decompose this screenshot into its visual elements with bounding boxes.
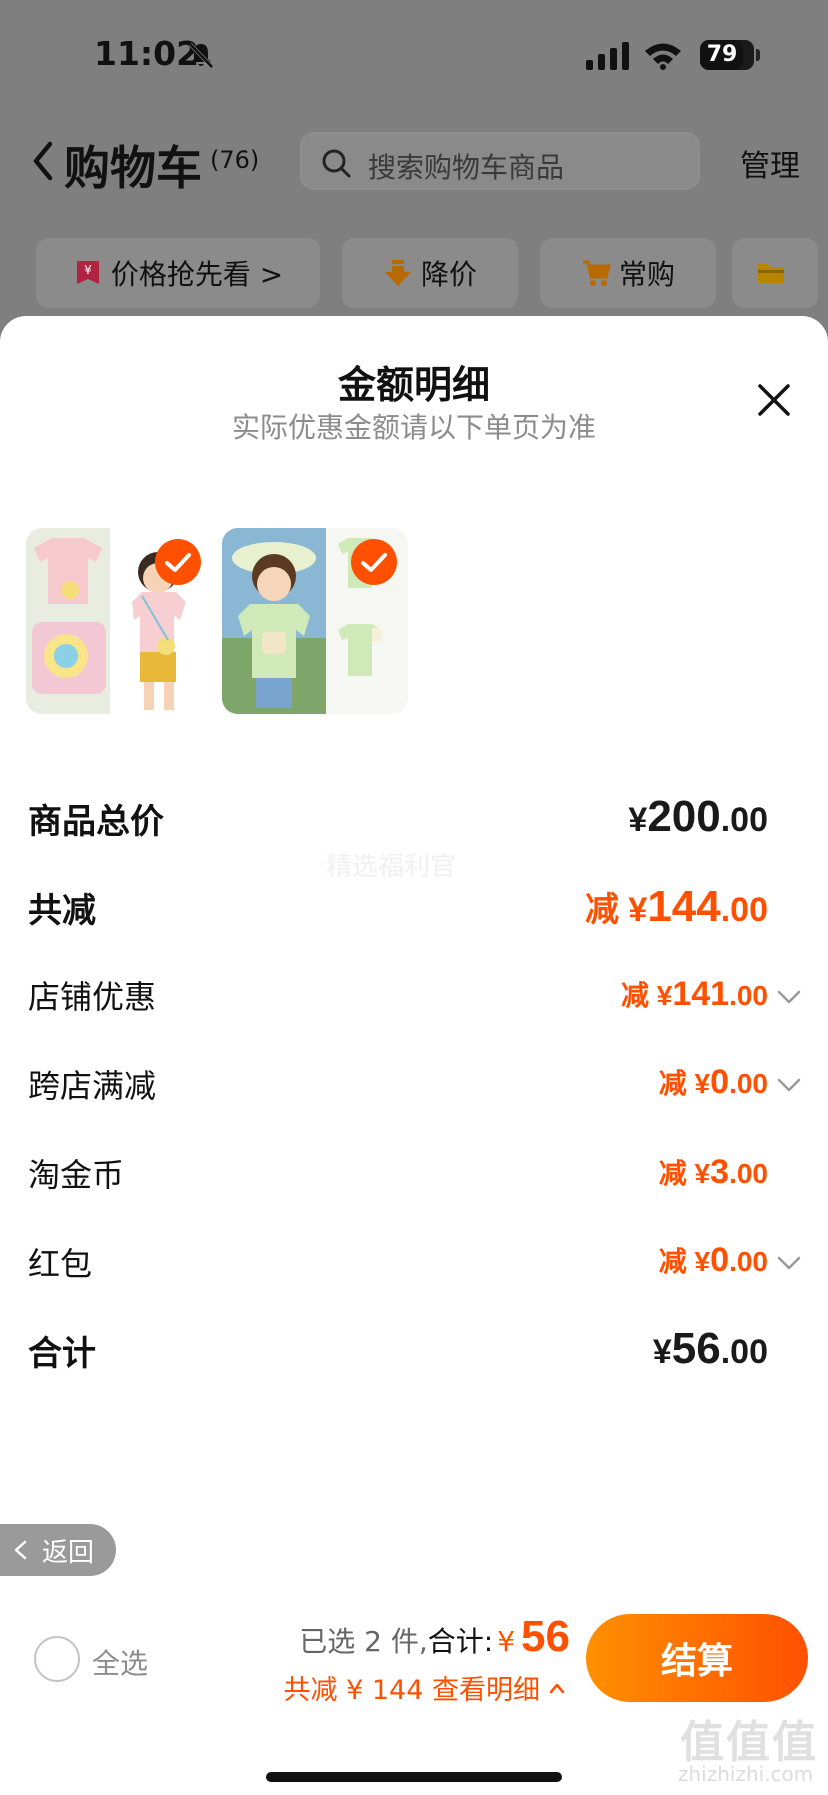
- cellular-signal-icon: [586, 42, 629, 70]
- product-thumbnail[interactable]: [222, 528, 408, 714]
- checkout-summary: 已选 2 件, 合计: ¥ 56: [299, 1612, 570, 1662]
- filter-price-drop[interactable]: 降价: [342, 238, 518, 308]
- cross-store-value[interactable]: 减 ¥0.00: [659, 1062, 768, 1102]
- cart-count: (76): [210, 146, 260, 174]
- search-input[interactable]: 搜索购物车商品: [300, 132, 700, 190]
- back-button[interactable]: 返回: [0, 1524, 116, 1576]
- home-indicator: [266, 1772, 562, 1782]
- checkout-button[interactable]: 结算: [586, 1614, 808, 1702]
- cross-store-label: 跨店满减: [28, 1067, 157, 1105]
- taojin-coins-label: 淘金币: [28, 1156, 125, 1194]
- folder-icon: [758, 264, 784, 283]
- cart-icon: [582, 260, 611, 286]
- battery-percent: 79: [706, 42, 738, 67]
- filter-frequent[interactable]: 常购: [540, 238, 716, 308]
- red-packet-label: 红包: [28, 1245, 93, 1283]
- total-amount: 56: [521, 1612, 570, 1661]
- checkbox-checked-icon[interactable]: [154, 538, 202, 586]
- amount-detail-sheet: 金额明细 实际优惠金额请以下单页为准 精选福利官 商品总价 ¥200.00 共减…: [0, 316, 828, 1795]
- checkbox-checked-icon[interactable]: [350, 538, 398, 586]
- site-watermark-logo: 值值值: [680, 1717, 818, 1768]
- grand-total-label: 合计: [28, 1334, 96, 1374]
- total-price-value: ¥200.00: [628, 792, 768, 841]
- yen-tag-icon: ¥: [76, 261, 99, 284]
- filter-price-preview[interactable]: ¥ 价格抢先看 >: [36, 238, 320, 308]
- bell-muted-icon: [188, 42, 214, 69]
- view-details-link[interactable]: 共减 ¥ 144 查看明细: [284, 1668, 566, 1707]
- sheet-title: 金额明细: [337, 363, 490, 407]
- chevron-up-icon: [549, 1683, 565, 1693]
- discount-summary: 共减 ¥ 144 查看明细: [283, 1675, 540, 1706]
- chevron-down-icon[interactable]: [776, 1254, 802, 1272]
- back-button-label: 返回: [42, 1537, 95, 1568]
- select-all-checkbox[interactable]: [34, 1636, 80, 1682]
- filter-folder[interactable]: [732, 238, 818, 308]
- manage-button[interactable]: 管理: [740, 141, 800, 185]
- sheet-subtitle: 实际优惠金额请以下单页为准: [231, 411, 596, 444]
- battery-cap: [756, 49, 760, 61]
- chevron-left-icon: [14, 1540, 27, 1560]
- search-placeholder: 搜索购物车商品: [368, 151, 565, 184]
- close-icon[interactable]: [756, 382, 792, 418]
- store-discount-label: 店铺优惠: [28, 978, 157, 1016]
- battery-indicator: 79: [700, 40, 754, 70]
- product-thumbnail[interactable]: [26, 528, 212, 714]
- price-drop-icon: [384, 260, 411, 286]
- total-currency: ¥: [497, 1625, 516, 1658]
- site-watermark-url: zhizhizhi.com: [678, 1762, 814, 1786]
- page-title: 购物车: [64, 141, 202, 195]
- red-packet-value[interactable]: 减 ¥0.00: [659, 1240, 768, 1280]
- total-price-label: 商品总价: [28, 802, 164, 842]
- chevron-down-icon[interactable]: [776, 1076, 802, 1094]
- store-discount-value[interactable]: 减 ¥141.00: [621, 974, 768, 1014]
- filter-label: 常购: [618, 258, 675, 291]
- select-all-label[interactable]: 全选: [92, 1642, 148, 1682]
- status-time: 11:02: [94, 34, 200, 73]
- filter-label: 降价: [420, 258, 477, 291]
- back-arrow-icon[interactable]: [30, 140, 56, 182]
- chevron-down-icon[interactable]: [776, 988, 802, 1006]
- total-label: 合计:: [427, 1625, 494, 1658]
- svg-text:¥: ¥: [84, 263, 92, 277]
- taojin-coins-value: 减 ¥3.00: [658, 1153, 768, 1191]
- selected-count: 已选 2 件,: [299, 1625, 428, 1658]
- filter-label: 价格抢先看 >: [110, 258, 284, 291]
- status-bar: 11:02 79: [0, 0, 828, 110]
- search-icon: [322, 149, 351, 178]
- watermark-text: 精选福利官: [326, 852, 457, 882]
- total-discount-value: 减 ¥144.00: [584, 882, 768, 931]
- total-discount-label: 共减: [28, 891, 96, 931]
- grand-total-value: ¥56.00: [652, 1324, 768, 1373]
- wifi-icon: [645, 43, 681, 70]
- checkout-button-label: 结算: [660, 1641, 733, 1682]
